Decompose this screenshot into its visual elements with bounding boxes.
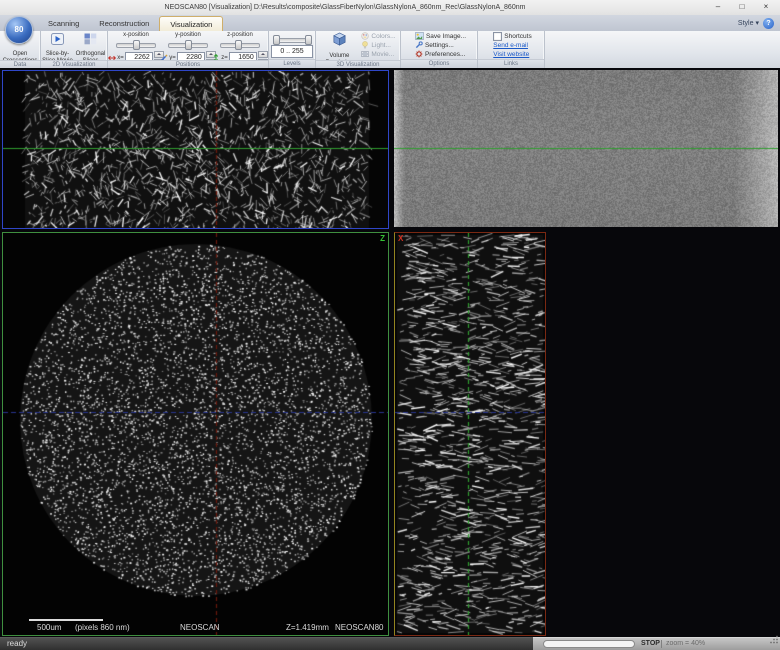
ribbon-tab-row: 80 Scanning Reconstruction Visualization… [0, 15, 780, 32]
yz-slice-view[interactable] [395, 233, 545, 635]
ribbon-group-levels: 0 .. 255 Levels [269, 31, 316, 68]
gear-icon [415, 50, 423, 60]
viewport: Z 500um (pixels 860 nm) NEOSCAN Z=1.419m… [0, 68, 780, 637]
z-slider-thumb[interactable] [235, 40, 242, 50]
xz-slice-panel[interactable] [2, 70, 389, 229]
group-label-links: Links [478, 59, 544, 68]
vis3d-mini-buttons: Colors... Light... Movie... [358, 31, 395, 59]
ribbon-group-options: Save Image... Settings... Preferences...… [401, 31, 478, 68]
group-label-levels: Levels [269, 59, 315, 68]
minimize-button[interactable]: – [706, 0, 730, 15]
progress-bar [543, 640, 635, 648]
orthogonal-slices-icon [84, 32, 97, 50]
film-icon [361, 50, 369, 60]
pixel-size-label: (pixels 860 nm) [75, 623, 130, 632]
yz-axis-label: X [398, 234, 403, 243]
y-position-label: y-position [175, 32, 201, 39]
preferences-label: Preferences... [425, 51, 465, 58]
ribbon-group-links: Shortcuts Send e-mail Visit website Link… [478, 31, 545, 68]
z-position-label: z-position [227, 32, 253, 39]
projection-view[interactable] [394, 70, 778, 227]
brand-label: NEOSCAN [180, 623, 220, 632]
send-email-label: Send e-mail [493, 42, 528, 49]
preferences-button[interactable]: Preferences... [412, 50, 466, 59]
volume-cube-icon [332, 32, 347, 52]
z-value-label: Z=1.419mm [286, 623, 329, 632]
ribbon-empty-area [545, 31, 780, 68]
app-menu-orb[interactable]: 80 [5, 16, 33, 44]
levels-range-slider[interactable] [273, 35, 311, 43]
xy-axis-label: Z [380, 234, 385, 243]
window-controls: – □ × [706, 0, 778, 15]
movie-label: Movie... [371, 51, 394, 58]
shortcuts-label: Shortcuts [504, 33, 531, 40]
chevron-down-icon: ▾ [755, 19, 759, 27]
stop-button[interactable]: STOP [641, 638, 660, 650]
movie-button[interactable]: Movie... [358, 50, 395, 59]
y-position-slider[interactable] [168, 40, 208, 48]
ribbon-tabs: Scanning Reconstruction Visualization [38, 15, 223, 31]
maximize-button[interactable]: □ [730, 0, 754, 15]
levels-low-thumb[interactable] [273, 35, 280, 45]
x-slider-thumb[interactable] [133, 40, 140, 50]
colors-label: Colors... [371, 33, 395, 40]
y-slider-thumb[interactable] [185, 40, 192, 50]
tab-visualization[interactable]: Visualization [159, 16, 223, 32]
ribbon-group-3d-visualization: Volume Rendering Colors... Light... Movi… [316, 31, 401, 68]
yz-slice-panel[interactable]: X [394, 232, 546, 636]
z-position-slider[interactable] [220, 40, 260, 48]
status-left: ready [0, 637, 533, 650]
ribbon: Open Crossections Data Slice-by-Slice Mo… [0, 31, 780, 69]
xy-crossection-view[interactable] [3, 233, 388, 635]
status-right: STOP zoom = 40% [533, 637, 780, 650]
status-separator [661, 640, 662, 648]
levels-high-thumb[interactable] [305, 35, 312, 45]
close-button[interactable]: × [754, 0, 778, 15]
window-title: NEOSCAN80 [Visualization] D:\Results\com… [0, 0, 690, 15]
scale-bar [29, 619, 103, 621]
ribbon-top-right: Style ▾ ? [738, 15, 774, 31]
play-movie-icon [51, 32, 64, 50]
tab-scanning[interactable]: Scanning [38, 16, 89, 31]
visit-website-link[interactable]: Visit website [490, 50, 531, 59]
ribbon-group-positions: x-position x= 2262 y-position [108, 31, 269, 68]
style-label: Style [738, 20, 754, 27]
status-bar: ready STOP zoom = 40% [0, 637, 780, 650]
x-position-label: x-position [123, 32, 149, 39]
shortcuts-toggle[interactable]: Shortcuts [490, 32, 531, 41]
status-message: ready [7, 638, 27, 650]
tab-reconstruction[interactable]: Reconstruction [89, 16, 159, 31]
title-bar: NEOSCAN80 [Visualization] D:\Results\com… [0, 0, 780, 16]
save-image-label: Save Image... [426, 33, 466, 40]
settings-label: Settings... [425, 42, 454, 49]
send-email-link[interactable]: Send e-mail [490, 41, 531, 50]
brand80-label: NEOSCAN80 [335, 623, 383, 632]
resize-grip[interactable] [770, 631, 779, 649]
levels-range-value[interactable]: 0 .. 255 [271, 45, 313, 58]
xz-slice-view[interactable] [3, 71, 388, 228]
application-window: NEOSCAN80 [Visualization] D:\Results\com… [0, 0, 780, 650]
xy-crossection-panel[interactable]: Z 500um (pixels 860 nm) NEOSCAN Z=1.419m… [2, 232, 389, 636]
ribbon-group-2d-visualization: Slice-by-Slice Movie Orthogonal Slices 2… [41, 31, 108, 68]
zoom-level: zoom = 40% [666, 638, 705, 650]
light-label: Light... [371, 42, 391, 49]
shortcuts-checkbox[interactable] [493, 32, 502, 41]
visit-website-label: Visit website [493, 51, 529, 58]
scale-label: 500um [37, 623, 61, 632]
x-position-slider[interactable] [116, 40, 156, 48]
projection-panel[interactable] [394, 70, 778, 227]
style-dropdown[interactable]: Style ▾ [738, 19, 759, 27]
help-icon[interactable]: ? [763, 18, 774, 29]
group-label-options: Options [401, 59, 477, 68]
